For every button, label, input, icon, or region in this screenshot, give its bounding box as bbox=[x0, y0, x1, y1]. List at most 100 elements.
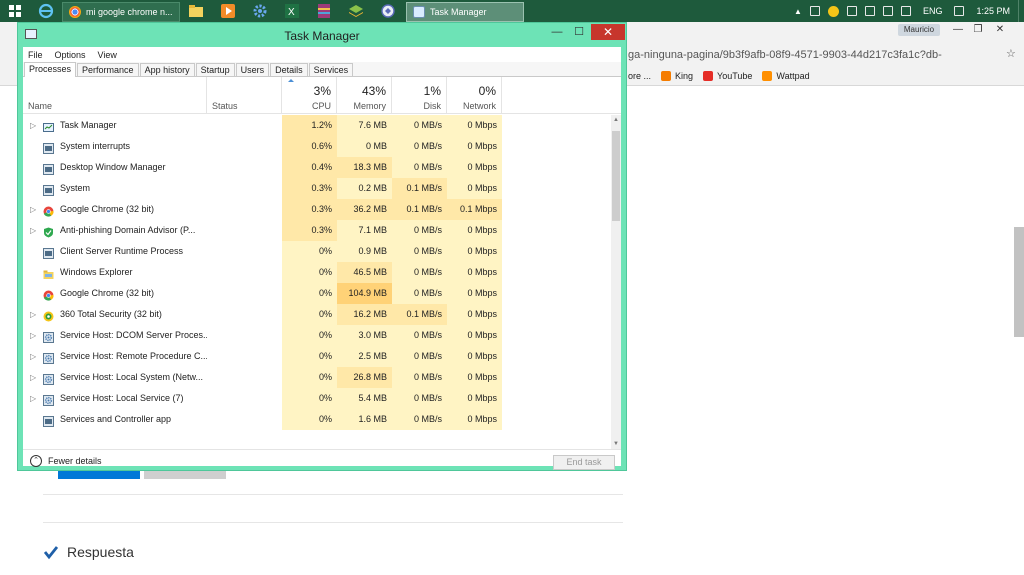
tray-square-icon[interactable] bbox=[809, 6, 820, 16]
cpu-cell: 0.3% bbox=[282, 220, 337, 241]
tab-users[interactable]: Users bbox=[235, 63, 270, 76]
table-row[interactable]: Client Server Runtime Process 0% 0.9 MB 0 M… bbox=[23, 241, 611, 262]
network-cell: 0 Mbps bbox=[447, 262, 502, 283]
close-button[interactable]: ✕ bbox=[591, 24, 625, 40]
taskbar-excel-button[interactable]: X bbox=[276, 0, 308, 22]
cpu-cell: 0% bbox=[282, 241, 337, 262]
column-header-disk[interactable]: 1% Disk bbox=[392, 77, 447, 114]
page-scrollbar-thumb[interactable] bbox=[1014, 227, 1024, 337]
process-name-cell: ▷ Task Manager bbox=[23, 115, 207, 136]
tray-keyboard-icon[interactable] bbox=[954, 6, 965, 16]
table-row[interactable]: ▷ Service Host: Remote Procedure C... 0% 2.… bbox=[23, 346, 611, 367]
table-row[interactable]: ▷ Service Host: Local Service (7) 0% 5.4 MB… bbox=[23, 388, 611, 409]
cpu-cell: 0% bbox=[282, 409, 337, 430]
table-row[interactable]: Desktop Window Manager 0.4% 18.3 MB 0 MB/s 0… bbox=[23, 157, 611, 178]
tab-startup[interactable]: Startup bbox=[195, 63, 235, 76]
start-button[interactable] bbox=[0, 0, 30, 22]
youtube-icon bbox=[703, 71, 714, 81]
expand-chevron-icon[interactable]: ▷ bbox=[30, 220, 38, 241]
browser-minimize-button[interactable]: — bbox=[948, 24, 968, 36]
bookmark-item[interactable]: ore ... bbox=[628, 71, 651, 81]
table-row[interactable]: ▷ Service Host: Local System (Netw... 0% 26… bbox=[23, 367, 611, 388]
expand-chevron-icon[interactable]: ▷ bbox=[30, 304, 38, 325]
taskbar-ie-button[interactable] bbox=[30, 0, 62, 22]
tab-details[interactable]: Details bbox=[270, 63, 308, 76]
table-row[interactable]: System interrupts 0.6% 0 MB 0 MB/s 0 Mbps bbox=[23, 136, 611, 157]
table-row[interactable]: Windows Explorer 0% 46.5 MB 0 MB/s 0 Mbps bbox=[23, 262, 611, 283]
expand-chevron-icon[interactable]: ▷ bbox=[30, 388, 38, 409]
process-name: 360 Total Security (32 bit) bbox=[60, 309, 162, 319]
tab-services[interactable]: Services bbox=[308, 63, 354, 76]
tray-clock[interactable]: 1:25 PM bbox=[976, 6, 1010, 16]
taskbar-media-button[interactable] bbox=[212, 0, 244, 22]
bookmark-item[interactable]: Wattpad bbox=[762, 71, 810, 81]
table-row[interactable]: ▷ Task Manager 1.2% 7.6 MB 0 MB/s 0 Mbps bbox=[23, 115, 611, 136]
menu-file[interactable]: File bbox=[28, 50, 43, 60]
column-header-label: Disk bbox=[423, 101, 442, 111]
taskbar-chrome-task[interactable]: mi google chrome n... bbox=[62, 1, 180, 22]
tray-language[interactable]: ENG bbox=[923, 6, 943, 16]
task-manager-footer: ⌃ Fewer details End task bbox=[23, 449, 621, 470]
maximize-button[interactable]: ☐ bbox=[568, 25, 590, 39]
column-header-cpu[interactable]: 3% CPU bbox=[282, 77, 337, 114]
column-header-name[interactable]: Name bbox=[23, 77, 207, 114]
table-row[interactable]: System 0.3% 0.2 MB 0.1 MB/s 0 Mbps bbox=[23, 178, 611, 199]
taskbar-settings-button[interactable] bbox=[244, 0, 276, 22]
column-header-network[interactable]: 0% Network bbox=[447, 77, 502, 114]
tray-signal-icon[interactable] bbox=[882, 6, 893, 16]
scroll-up-arrow-icon[interactable]: ▲ bbox=[611, 115, 621, 125]
taskbar-taskmanager-task[interactable]: Task Manager bbox=[406, 1, 524, 22]
task-manager-titlebar[interactable]: Task Manager — ☐ ✕ bbox=[18, 23, 626, 47]
memory-cell: 3.0 MB bbox=[337, 325, 392, 346]
address-bar[interactable]: ga-ninguna-pagina/9b3f9afb-08f9-4571-990… bbox=[628, 49, 1004, 61]
tab-app-history[interactable]: App history bbox=[139, 63, 195, 76]
scroll-down-arrow-icon[interactable]: ▼ bbox=[611, 439, 621, 449]
archive-icon bbox=[318, 4, 330, 18]
tab-processes[interactable]: Processes bbox=[24, 62, 77, 77]
system-tray: ▲ ENG 1:25 PM bbox=[790, 0, 1024, 22]
bookmark-star-icon[interactable]: ☆ bbox=[1006, 47, 1022, 61]
table-row[interactable]: ▷ Google Chrome (32 bit) 0.3% 36.2 MB 0.1 MB… bbox=[23, 199, 611, 220]
column-header-memory[interactable]: 43% Memory bbox=[337, 77, 392, 114]
bookmark-item[interactable]: King bbox=[661, 71, 693, 81]
process-list-scrollbar[interactable]: ▲ ▼ bbox=[611, 115, 621, 449]
menu-view[interactable]: View bbox=[98, 50, 117, 60]
scrollbar-thumb[interactable] bbox=[612, 131, 620, 221]
taskbar: mi google chrome n... X Task Manager ▲ E… bbox=[0, 0, 1024, 22]
tab-performance[interactable]: Performance bbox=[77, 63, 139, 76]
system-icon bbox=[43, 183, 54, 196]
table-row[interactable]: Google Chrome (32 bit) 0% 104.9 MB 0 MB/s 0 … bbox=[23, 283, 611, 304]
expand-chevron-icon[interactable]: ▷ bbox=[30, 367, 38, 388]
tray-battery-icon[interactable] bbox=[864, 6, 875, 16]
gear-icon bbox=[253, 4, 267, 18]
end-task-button[interactable]: End task bbox=[553, 455, 615, 470]
process-name: Service Host: DCOM Server Proces... bbox=[60, 330, 207, 340]
security-360-icon bbox=[43, 309, 54, 322]
browser-close-button[interactable]: ✕ bbox=[990, 24, 1010, 36]
tray-flag-icon[interactable] bbox=[846, 6, 857, 16]
taskbar-bluestacks-button[interactable] bbox=[340, 0, 372, 22]
tray-volume-icon[interactable] bbox=[900, 6, 911, 16]
minimize-button[interactable]: — bbox=[546, 25, 568, 39]
expand-chevron-icon[interactable]: ▷ bbox=[30, 325, 38, 346]
table-row[interactable]: Services and Controller app 0% 1.6 MB 0 MB/… bbox=[23, 409, 611, 430]
taskbar-winrar-button[interactable] bbox=[308, 0, 340, 22]
menu-options[interactable]: Options bbox=[55, 50, 86, 60]
show-desktop-button[interactable] bbox=[1018, 0, 1024, 22]
table-row[interactable]: ▷ Service Host: DCOM Server Proces... 0% 3.… bbox=[23, 325, 611, 346]
tab-bar: Processes Performance App history Startu… bbox=[23, 62, 621, 77]
expand-chevron-icon[interactable]: ▷ bbox=[30, 199, 38, 220]
column-header-status[interactable]: Status bbox=[207, 77, 282, 114]
table-row[interactable]: ▷ 360 Total Security (32 bit) 0% 16.2 MB 0.1… bbox=[23, 304, 611, 325]
taskbar-browser-button[interactable] bbox=[372, 0, 404, 22]
tray-360-icon[interactable] bbox=[827, 5, 839, 17]
table-row[interactable]: ▷ Anti-phishing Domain Advisor (P... 0.3% 7… bbox=[23, 220, 611, 241]
taskbar-explorer-button[interactable] bbox=[180, 0, 212, 22]
bookmark-item[interactable]: YouTube bbox=[703, 71, 752, 81]
profile-badge[interactable]: Mauricio bbox=[898, 24, 940, 36]
tray-chevron-up-icon[interactable]: ▲ bbox=[794, 7, 802, 16]
expand-chevron-icon[interactable]: ▷ bbox=[30, 115, 38, 136]
expand-chevron-icon[interactable]: ▷ bbox=[30, 346, 38, 367]
fewer-details-button[interactable]: ⌃ Fewer details bbox=[30, 455, 102, 467]
browser-restore-button[interactable]: ❐ bbox=[968, 24, 988, 36]
